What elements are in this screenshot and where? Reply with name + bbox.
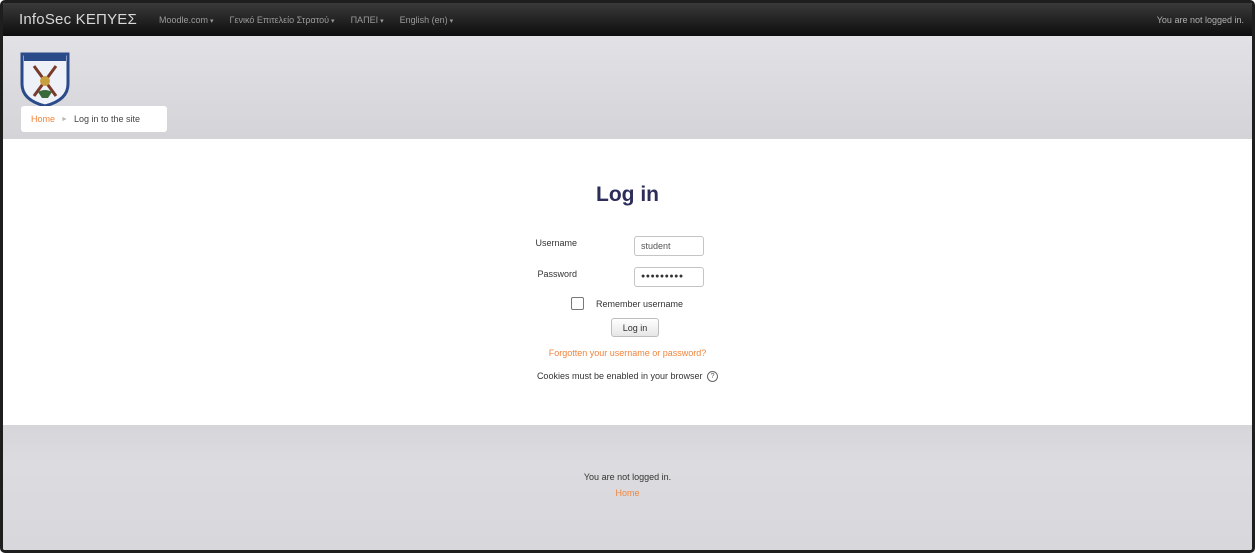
login-panel: Log in Username Password ●●●●●●●●● Remem… bbox=[3, 139, 1252, 425]
username-field[interactable] bbox=[634, 236, 704, 256]
remember-username-checkbox[interactable] bbox=[571, 297, 584, 310]
page-header: Home ► Log in to the site bbox=[3, 36, 1252, 139]
password-field[interactable]: ●●●●●●●●● bbox=[634, 267, 704, 287]
browser-frame: InfoSec ΚΕΠΥΕΣ Moodle.com ▾ Γενικό Επιτελ… bbox=[0, 0, 1255, 553]
breadcrumb: Home ► Log in to the site bbox=[21, 106, 167, 132]
login-button[interactable]: Log in bbox=[611, 318, 659, 337]
menu-army-staff[interactable]: Γενικό Επιτελείο Στρατού ▾ bbox=[230, 15, 335, 25]
cookies-notice: Cookies must be enabled in your browser … bbox=[3, 371, 1252, 383]
chevron-down-icon: ▾ bbox=[331, 17, 335, 25]
remember-username-label[interactable]: Remember username bbox=[596, 299, 683, 309]
login-status: You are not logged in. bbox=[1156, 14, 1244, 25]
cookies-notice-text: Cookies must be enabled in your browser bbox=[536, 371, 703, 381]
help-icon[interactable]: ? bbox=[707, 371, 719, 383]
username-label: Username bbox=[535, 238, 577, 248]
menu-language-label: English (en) bbox=[399, 14, 448, 25]
breadcrumb-separator-icon: ► bbox=[61, 115, 68, 123]
chevron-down-icon: ▾ bbox=[210, 17, 214, 25]
menu-army-staff-label: Γενικό Επιτελείο Στρατού bbox=[229, 14, 330, 25]
menu-papei-label: ΠΑΠΕΙ bbox=[350, 14, 379, 25]
footer-home-link[interactable]: Home bbox=[3, 488, 1252, 498]
page-title: Log in bbox=[596, 183, 659, 206]
top-navbar: InfoSec ΚΕΠΥΕΣ Moodle.com ▾ Γενικό Επιτελ… bbox=[3, 3, 1252, 37]
footer-login-status: You are not logged in. bbox=[583, 472, 672, 482]
menu-moodle[interactable]: Moodle.com ▾ bbox=[159, 15, 214, 25]
breadcrumb-current: Log in to the site bbox=[73, 114, 140, 124]
site-brand[interactable]: InfoSec ΚΕΠΥΕΣ bbox=[19, 11, 137, 28]
chevron-down-icon: ▾ bbox=[380, 17, 384, 25]
password-label: Password bbox=[537, 269, 577, 279]
menu-language[interactable]: English (en) ▾ bbox=[400, 15, 454, 25]
chevron-down-icon: ▾ bbox=[449, 17, 454, 25]
forgot-password-link[interactable]: Forgotten your username or password? bbox=[3, 348, 1252, 358]
site-logo[interactable] bbox=[18, 50, 72, 108]
page-footer: You are not logged in. Home bbox=[3, 425, 1252, 550]
breadcrumb-home-link[interactable]: Home bbox=[31, 114, 55, 124]
menu-papei[interactable]: ΠΑΠΕΙ ▾ bbox=[351, 15, 384, 25]
menu-moodle-label: Moodle.com bbox=[158, 14, 208, 25]
